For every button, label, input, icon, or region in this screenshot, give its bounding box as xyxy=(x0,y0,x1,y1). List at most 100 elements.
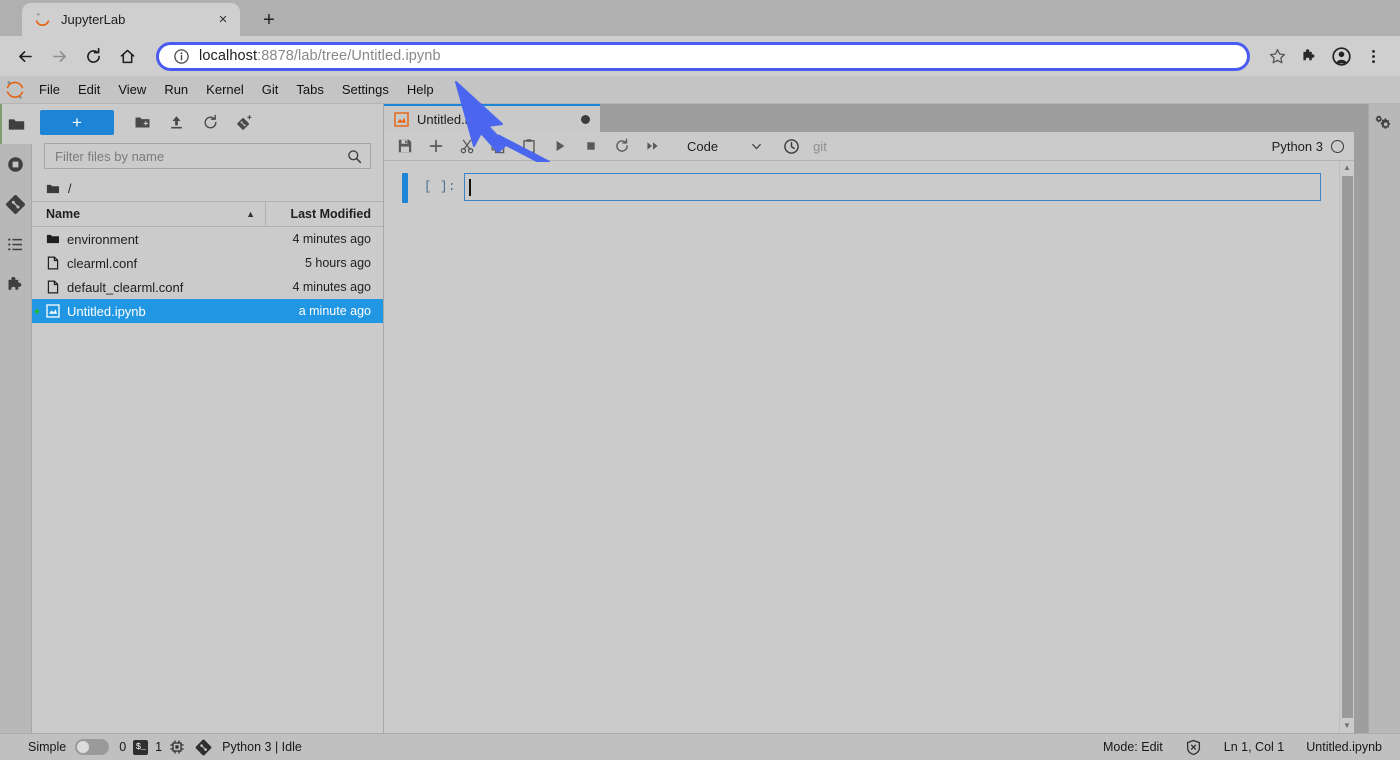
sidebar-item-running-sessions[interactable] xyxy=(0,144,32,184)
close-icon[interactable]: × xyxy=(214,11,232,29)
editor-mode[interactable]: Mode: Edit xyxy=(1103,740,1163,754)
sidebar-item-table-of-contents[interactable] xyxy=(0,224,32,264)
restart-icon[interactable] xyxy=(607,134,637,159)
paste-icon[interactable] xyxy=(514,134,544,159)
status-bar-right: Mode: Edit Ln 1, Col 1 Untitled.ipynb xyxy=(1103,739,1390,756)
cell-type-value: Code xyxy=(687,139,718,154)
run-icon[interactable] xyxy=(545,134,575,159)
new-tab-button[interactable]: + xyxy=(256,7,282,33)
notebook-scrollbar[interactable]: ▲ ▼ xyxy=(1339,161,1354,733)
column-header-last-modified[interactable]: Last Modified xyxy=(265,202,383,226)
new-folder-icon[interactable] xyxy=(126,108,158,136)
sidebar-item-property-inspector[interactable] xyxy=(1369,104,1400,144)
file-list-item[interactable]: ●Untitled.ipynba minute ago xyxy=(32,299,383,323)
home-icon[interactable] xyxy=(112,41,142,71)
file-list-item[interactable]: ● clearml.conf5 hours ago xyxy=(32,251,383,275)
kernel-status-text[interactable]: Python 3 | Idle xyxy=(222,740,302,754)
browser-nav-bar: localhost:8878/lab/tree/Untitled.ipynb xyxy=(0,36,1400,76)
notebook-panel: Code git Python 3 xyxy=(384,132,1354,733)
chevron-down-icon xyxy=(750,140,763,153)
file-filter-input[interactable] xyxy=(55,149,347,164)
menu-help[interactable]: Help xyxy=(398,78,443,101)
file-list-item[interactable]: ●default_clearml.conf4 minutes ago xyxy=(32,275,383,299)
file-modified: 5 hours ago xyxy=(265,256,383,270)
scroll-up-arrow-icon[interactable]: ▲ xyxy=(1343,161,1351,175)
kernel-session-count[interactable]: 0 $_ 1 xyxy=(119,739,185,755)
unsaved-changes-indicator[interactable] xyxy=(581,115,590,124)
menu-tabs[interactable]: Tabs xyxy=(287,78,332,101)
file-list: ●environment4 minutes ago ● clearml.conf5 … xyxy=(32,227,383,733)
star-icon[interactable] xyxy=(1262,41,1292,71)
tab-untitled-ipynb[interactable]: Untitled.ipynb xyxy=(384,104,600,132)
kernel-name: Python 3 xyxy=(1272,139,1323,154)
column-header-name-label: Name xyxy=(46,207,80,221)
simple-mode-switch[interactable] xyxy=(75,739,109,755)
cell-type-dropdown[interactable]: Code xyxy=(683,139,767,154)
menu-run[interactable]: Run xyxy=(155,78,197,101)
breadcrumb-root[interactable]: / xyxy=(68,182,71,196)
url-host: localhost xyxy=(199,48,257,64)
browser-tab[interactable]: JupyterLab × xyxy=(22,3,240,36)
profile-avatar-icon[interactable] xyxy=(1326,41,1356,71)
notebook-icon xyxy=(42,304,64,318)
browser-chrome: JupyterLab × + localhost:8878/lab/tree/U… xyxy=(0,0,1400,76)
forward-arrow-icon[interactable] xyxy=(44,41,74,71)
menu-file[interactable]: File xyxy=(30,78,69,101)
chrome-menu-icon[interactable] xyxy=(1358,41,1388,71)
breadcrumb[interactable]: / xyxy=(32,177,383,202)
menu-git[interactable]: Git xyxy=(253,78,288,101)
scroll-down-arrow-icon[interactable]: ▼ xyxy=(1343,719,1351,733)
menu-edit[interactable]: Edit xyxy=(69,78,109,101)
file-name: Untitled.ipynb xyxy=(64,304,265,319)
jupyterlab-application: File Edit View Run Kernel Git Tabs Setti… xyxy=(0,76,1400,760)
file-name: clearml.conf xyxy=(64,256,265,271)
running-indicator: ● xyxy=(32,282,42,292)
file-filter-box[interactable] xyxy=(44,143,371,169)
menu-settings[interactable]: Settings xyxy=(333,78,398,101)
git-toolbar-label[interactable]: git xyxy=(813,139,827,154)
copy-icon[interactable] xyxy=(483,134,513,159)
refresh-icon[interactable] xyxy=(194,108,226,136)
clock-icon[interactable] xyxy=(776,134,806,159)
tab-label: Untitled.ipynb xyxy=(417,112,581,127)
menu-view[interactable]: View xyxy=(109,78,155,101)
address-bar[interactable]: localhost:8878/lab/tree/Untitled.ipynb xyxy=(156,42,1250,71)
left-sidebar-rail xyxy=(0,104,32,733)
insert-cell-icon[interactable] xyxy=(421,134,451,159)
sidebar-item-extension-manager[interactable] xyxy=(0,264,32,304)
cut-icon[interactable] xyxy=(452,134,482,159)
new-launcher-button[interactable]: + xyxy=(40,110,114,135)
cell-editor[interactable] xyxy=(464,173,1321,201)
site-info-icon[interactable] xyxy=(173,48,190,65)
sidebar-item-git[interactable] xyxy=(0,184,32,224)
terminal-count-value: 1 xyxy=(155,740,162,754)
file-modified: 4 minutes ago xyxy=(265,232,383,246)
cpu-icon xyxy=(169,739,185,755)
save-icon[interactable] xyxy=(390,134,420,159)
column-header-name[interactable]: Name ▲ xyxy=(32,207,265,221)
cursor-position[interactable]: Ln 1, Col 1 xyxy=(1224,740,1284,754)
shield-x-icon[interactable] xyxy=(1185,739,1202,756)
restart-run-all-icon[interactable] xyxy=(638,134,668,159)
notebook-cell[interactable]: [ ]: xyxy=(384,173,1339,203)
scrollbar-thumb[interactable] xyxy=(1342,176,1353,718)
back-arrow-icon[interactable] xyxy=(10,41,40,71)
stop-icon[interactable] xyxy=(576,134,606,159)
menu-kernel[interactable]: Kernel xyxy=(197,78,253,101)
status-bar: Simple 0 $_ 1 Python 3 | Idle Mode: Edit xyxy=(0,733,1400,760)
upload-icon[interactable] xyxy=(160,108,192,136)
new-git-repo-icon[interactable] xyxy=(228,108,260,136)
notebook-toolbar: Code git Python 3 xyxy=(384,132,1354,161)
reload-icon[interactable] xyxy=(78,41,108,71)
git-status-item[interactable] xyxy=(195,739,212,756)
sidebar-item-file-browser[interactable] xyxy=(0,104,32,144)
kernel-indicator[interactable]: Python 3 xyxy=(1272,139,1346,154)
extensions-puzzle-icon[interactable] xyxy=(1294,41,1324,71)
file-browser-panel: + xyxy=(32,104,384,733)
notebook-body: [ ]: ▲ ▼ xyxy=(384,161,1354,733)
simple-mode-toggle[interactable]: Simple xyxy=(28,739,109,755)
dock-outer-scrollbar[interactable] xyxy=(1354,104,1368,733)
file-list-item[interactable]: ●environment4 minutes ago xyxy=(32,227,383,251)
running-indicator: ● xyxy=(32,258,42,268)
current-file-name: Untitled.ipynb xyxy=(1306,740,1382,754)
